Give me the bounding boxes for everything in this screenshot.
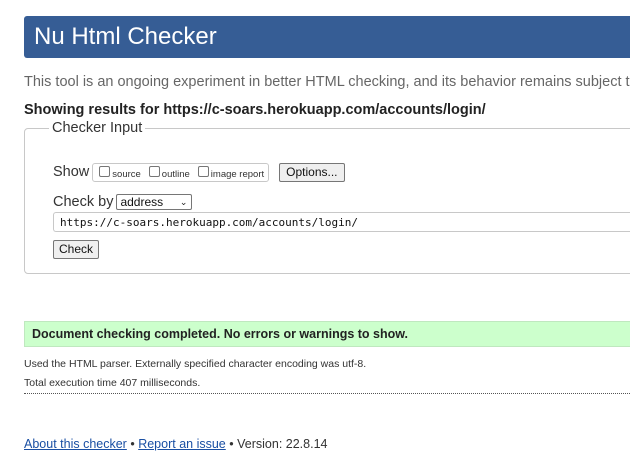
checker-input-fieldset: Checker Input Show source outline image … (24, 120, 630, 274)
footer: About this checker • Report an issue • V… (24, 437, 327, 451)
chevron-down-icon: ⌄ (179, 196, 188, 207)
url-input[interactable]: https://c-soars.herokuapp.com/accounts/l… (53, 212, 630, 232)
about-checker-link[interactable]: About this checker (24, 437, 127, 451)
image-report-option[interactable]: image report (197, 165, 265, 180)
report-issue-link[interactable]: Report an issue (138, 437, 226, 451)
page-header: Nu Html Checker (24, 16, 630, 58)
version-text: Version: 22.8.14 (237, 437, 328, 451)
show-options-group: source outline image report (92, 162, 270, 182)
result-details: Used the HTML parser. Externally specifi… (24, 355, 630, 394)
showing-results-text: Showing results for https://c-soars.hero… (24, 102, 486, 118)
success-message: Document checking completed. No errors o… (24, 321, 630, 347)
execution-time: Total execution time 407 milliseconds. (24, 377, 201, 389)
show-label: Show (53, 164, 90, 180)
check-by-row: Check by address ⌄ (53, 193, 193, 211)
checker-input-legend: Checker Input (49, 120, 146, 136)
check-by-select[interactable]: address ⌄ (116, 194, 193, 210)
parser-info: Used the HTML parser. Externally specifi… (24, 358, 367, 370)
footer-separator: • (229, 437, 234, 451)
check-by-label: Check by (53, 194, 114, 210)
image-report-checkbox[interactable] (197, 165, 209, 177)
source-option-label: source (112, 168, 141, 180)
source-option[interactable]: source (99, 165, 141, 180)
check-by-selected-value: address (120, 195, 164, 209)
options-button[interactable]: Options... (279, 162, 345, 182)
source-checkbox[interactable] (99, 165, 111, 177)
footer-separator: • (130, 437, 135, 451)
intro-text: This tool is an ongoing experiment in be… (24, 74, 630, 90)
page-title: Nu Html Checker (34, 23, 217, 50)
show-options-row: Show source outline image report Options… (53, 161, 345, 183)
outline-checkbox[interactable] (148, 165, 160, 177)
check-button[interactable]: Check (53, 240, 99, 259)
image-report-option-label: image report (210, 168, 265, 180)
outline-option-label: outline (161, 168, 190, 180)
outline-option[interactable]: outline (148, 165, 190, 180)
